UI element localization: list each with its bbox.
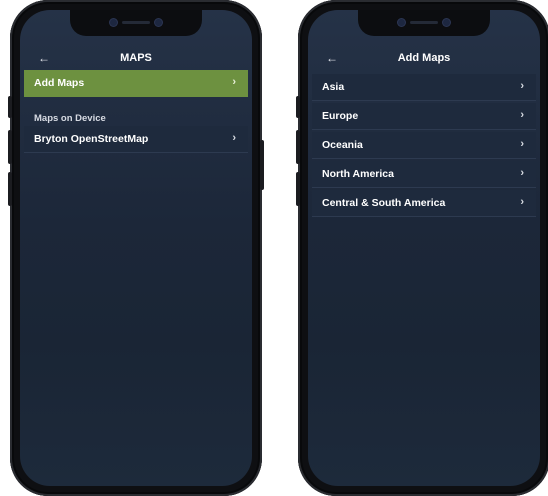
- side-button: [8, 96, 12, 118]
- speaker-grille: [122, 21, 150, 24]
- page-title: Add Maps: [397, 52, 451, 64]
- chevron-right-icon: ›: [520, 138, 524, 150]
- notch: [70, 10, 202, 36]
- region-label: Central & South America: [322, 197, 446, 209]
- chevron-right-icon: ›: [520, 196, 524, 208]
- chevron-right-icon: ›: [520, 80, 524, 92]
- list-item-label: Bryton OpenStreetMap: [34, 133, 149, 145]
- phone-left: ← MAPS Add Maps › Maps on Device Bryton …: [8, 0, 264, 496]
- side-button: [296, 96, 300, 118]
- volume-button: [296, 130, 300, 164]
- phone-right: ← Add Maps Asia › Europe › Oceania › Nor…: [296, 0, 548, 496]
- page-title: MAPS: [120, 52, 152, 64]
- section-label-maps-on-device: Maps on Device: [34, 113, 106, 124]
- volume-button: [8, 172, 12, 206]
- camera-icon: [110, 19, 117, 26]
- power-button: [260, 140, 264, 190]
- region-label: North America: [322, 168, 394, 180]
- chevron-right-icon: ›: [232, 132, 236, 144]
- camera-icon: [398, 19, 405, 26]
- chevron-right-icon: ›: [520, 109, 524, 121]
- region-item-central-south-america[interactable]: Central & South America ›: [312, 190, 536, 217]
- sensor-icon: [443, 19, 450, 26]
- region-item-north-america[interactable]: North America ›: [312, 161, 536, 188]
- sensor-icon: [155, 19, 162, 26]
- maps-header: ← MAPS: [20, 50, 252, 70]
- add-maps-label: Add Maps: [34, 77, 85, 89]
- speaker-grille: [410, 21, 438, 24]
- maps-screen: ← MAPS Add Maps › Maps on Device Bryton …: [20, 10, 252, 486]
- chevron-right-icon: ›: [520, 167, 524, 179]
- add-maps-header: ← Add Maps: [308, 50, 540, 70]
- region-item-asia[interactable]: Asia ›: [312, 74, 536, 101]
- region-label: Oceania: [322, 139, 363, 151]
- volume-button: [8, 130, 12, 164]
- region-item-oceania[interactable]: Oceania ›: [312, 132, 536, 159]
- add-maps-screen: ← Add Maps Asia › Europe › Oceania › Nor…: [308, 10, 540, 486]
- notch: [358, 10, 490, 36]
- volume-button: [296, 172, 300, 206]
- region-label: Europe: [322, 110, 359, 122]
- list-item-bryton-openstreetmap[interactable]: Bryton OpenStreetMap ›: [24, 126, 248, 153]
- chevron-right-icon: ›: [232, 76, 236, 88]
- add-maps-button[interactable]: Add Maps ›: [24, 70, 248, 97]
- region-label: Asia: [322, 81, 345, 93]
- region-item-europe[interactable]: Europe ›: [312, 103, 536, 130]
